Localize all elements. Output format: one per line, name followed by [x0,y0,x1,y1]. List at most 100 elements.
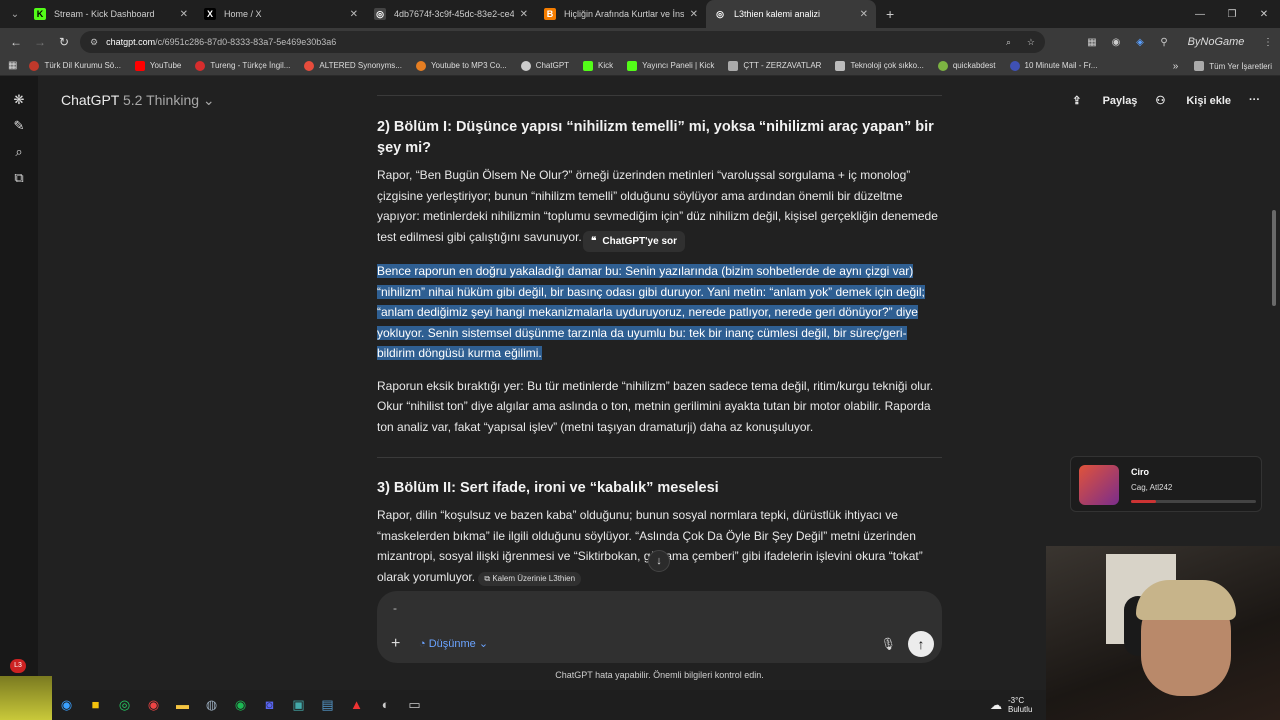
bookmark[interactable]: ChatGPT [520,60,569,71]
bookmark-star-icon[interactable]: ☆ [1027,37,1035,48]
extension-icon[interactable]: ◈ [1128,37,1152,48]
share-button[interactable]: ⇪ Paylaş [1072,94,1137,107]
close-window-icon[interactable]: ✕ [1248,9,1280,20]
ask-chatgpt-popup[interactable]: ❝ ChatGPT'ye sor [583,231,685,252]
photos-icon[interactable]: ▤ [313,691,342,719]
forward-icon[interactable]: → [28,35,52,49]
app-icon[interactable]: ▣ [284,691,313,719]
divider [377,457,942,458]
tab-title: Home / X [224,9,262,19]
thinking-mode-button[interactable]: ◔ Düşünme ⌄ [419,637,488,650]
close-icon[interactable]: ✕ [350,9,358,20]
chatgpt-icon: ◎ [714,8,726,20]
terminal-icon[interactable]: ▭ [400,691,429,719]
bookmarks-bar: ▦ Türk Dil Kurumu Sö... YouTube Tureng -… [0,56,1280,76]
send-button[interactable]: ↑ [908,631,934,657]
tab-search-button[interactable]: ⌄ [4,4,26,24]
library-icon[interactable]: ⧉ [0,165,38,191]
tab-title: Hiçliğin Arafında Kurtlar ve İnsa [564,9,684,19]
alert-subtitle: Cag, Atl242 [1131,483,1173,492]
paragraph: Raporun eksik bıraktığı yer: Bu tür meti… [377,378,934,434]
divider [377,95,942,96]
new-tab-button[interactable]: + [886,6,894,22]
paragraph: Rapor, dilin “koşulsuz ve bazen kaba” ol… [377,508,923,586]
quote-icon: ❝ [591,236,597,247]
file-explorer-icon[interactable]: ▬ [168,691,197,719]
more-options-icon[interactable]: ··· [1249,94,1260,106]
blogger-icon: B [544,8,556,20]
section-heading: 3) Bölüm II: Sert ifade, ironi ve “kabal… [377,480,719,496]
scroll-down-button[interactable]: ↓ [648,550,670,572]
discord-icon[interactable]: ◙ [255,691,284,719]
bookmark[interactable]: ÇTT - ZERZAVATLAR [728,60,821,71]
new-chat-icon[interactable]: ✎ [0,113,38,139]
bookmark[interactable]: Türk Dil Kurumu Sö... [29,60,121,71]
edge-icon[interactable]: ◉ [52,691,81,719]
address-bar[interactable]: ⚙ chatgpt.com/c/6951c286-87d0-8333-83a7-… [80,31,1045,53]
bookmark[interactable]: Tureng - Türkçe İngil... [195,60,290,71]
webcam-feed [1046,546,1280,720]
chevron-right-icon[interactable]: » [1173,61,1179,72]
back-icon[interactable]: ← [4,35,28,49]
browser-tab[interactable]: K Stream - Kick Dashboard ✕ [26,0,196,28]
sticky-notes-icon[interactable]: ■ [81,691,110,719]
reload-icon[interactable]: ↻ [52,35,76,49]
bynogame-extension[interactable]: ByNoGame [1176,36,1256,48]
close-icon[interactable]: ✕ [180,9,188,20]
bookmark[interactable]: Yayıncı Paneli | Kick [627,60,714,71]
browser-tab[interactable]: B Hiçliğin Arafında Kurtlar ve İnsa ✕ [536,0,706,28]
kick-icon: K [34,8,46,20]
apps-icon[interactable]: ▦ [8,60,17,71]
zoom-icon[interactable]: ⌕ [1006,37,1011,48]
url-host: chatgpt.com [106,37,156,47]
extension-icon[interactable]: ◉ [1104,37,1128,48]
scrollbar[interactable] [1272,210,1276,306]
spotify-icon[interactable]: ◉ [226,691,255,719]
bookmark[interactable]: 10 Minute Mail - Fr... [1009,60,1097,71]
weather-widget[interactable]: ☁ -3°C Bulutlu [990,690,1032,720]
site-info-icon[interactable]: ⚙ [90,37,98,48]
badge: L3 [10,659,26,673]
all-bookmarks[interactable]: Tüm Yer İşaretleri [1194,61,1272,71]
message-input[interactable]: - [393,601,397,615]
extension-icon[interactable]: ⚲ [1152,37,1176,48]
bookmark[interactable]: Teknoloji çok sıkko... [835,60,924,71]
composer: - + ◔ Düşünme ⌄ 🎙 ↑ [377,591,942,663]
alert-progress [1131,500,1256,503]
browser-tab[interactable]: ◎ 4db7674f-3c9f-45dc-83e2-ce4 ✕ [366,0,536,28]
steam-icon[interactable]: ◍ [197,691,226,719]
browser-tab-active[interactable]: ◎ L3thien kalemi analizi ✕ [706,0,876,28]
add-attachment-button[interactable]: + [391,635,400,653]
search-icon[interactable]: ⌕ [0,139,38,165]
bookmark[interactable]: Youtube to MP3 Co... [415,60,507,71]
chatgpt-sidebar: ❋ ✎ ⌕ ⧉ [0,76,38,720]
chevron-down-icon: ⌄ [202,91,215,108]
add-person-button[interactable]: ⚇ Kişi ekle [1155,94,1231,107]
selected-paragraph: Bence raporun en doğru yakaladığı damar … [377,264,925,360]
citation-chip[interactable]: ⧉ Kalem Üzerinie L3thien [478,571,582,586]
close-icon[interactable]: ✕ [860,9,868,20]
section-heading: 2) Bölüm I: Düşünce yapısı “nihilizm tem… [377,119,934,156]
close-icon[interactable]: ✕ [690,9,698,20]
close-icon[interactable]: ✕ [520,9,528,20]
bookmark[interactable]: YouTube [134,60,181,71]
model-selector[interactable]: ChatGPT 5.2 Thinking ⌄ [61,92,215,109]
microphone-icon[interactable]: 🎙 [881,637,896,651]
bookmark[interactable]: Kick [583,60,613,71]
extension-icon[interactable]: ▦ [1080,37,1104,48]
disclaimer: ChatGPT hata yapabilir. Önemli bilgileri… [555,670,764,680]
x-icon: X [204,8,216,20]
minimize-icon[interactable]: — [1184,9,1216,20]
obs-icon[interactable]: ◐ [371,691,400,719]
acrobat-icon[interactable]: ▲ [342,691,371,719]
browser-tab[interactable]: X Home / X ✕ [196,0,366,28]
restore-icon[interactable]: ❐ [1216,9,1248,20]
toolbar: ← → ↻ ⚙ chatgpt.com/c/6951c286-87d0-8333… [0,28,1280,56]
bookmark[interactable]: quickabdest [937,60,996,71]
menu-icon[interactable]: ⋮ [1256,37,1280,48]
bookmark[interactable]: ALTERED Synonyms... [304,60,402,71]
avatar [1079,465,1119,505]
chrome-icon[interactable]: ◉ [139,691,168,719]
whatsapp-icon[interactable]: ◎ [110,691,139,719]
openai-logo-icon[interactable]: ❋ [0,87,38,113]
